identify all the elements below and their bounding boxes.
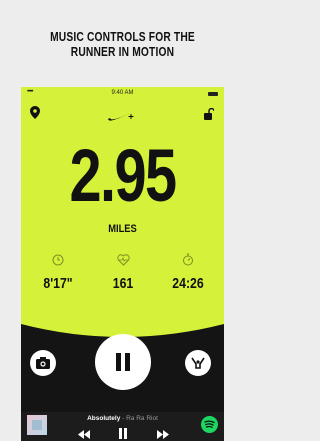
clock-icon — [28, 253, 88, 271]
stopwatch-icon — [158, 253, 218, 271]
music-pause-icon[interactable] — [119, 426, 127, 441]
distance-value: 2.95 — [69, 134, 177, 217]
duration-stat: 24:26 — [158, 253, 218, 292]
song-title: Absolutely — [87, 415, 121, 422]
camera-button[interactable] — [30, 350, 56, 376]
heart-rate-stat: 161 — [93, 253, 153, 292]
spotify-button[interactable] — [201, 416, 218, 433]
status-time: 9:40 AM — [111, 90, 134, 96]
fast-forward-icon[interactable] — [157, 426, 169, 441]
music-controls — [21, 426, 224, 441]
headline-line-1: MUSIC CONTROLS FOR THE — [50, 30, 195, 44]
heart-rate-value: 161 — [112, 275, 134, 292]
status-bar: ••••• 9:40 AM — [21, 89, 224, 99]
distance-unit: MILES — [108, 223, 137, 235]
duration-value: 24:26 — [172, 275, 204, 292]
pause-run-button[interactable] — [95, 334, 151, 390]
pace-value: 8'17" — [43, 275, 73, 292]
artist-name: Ra Ra Riot — [126, 415, 158, 422]
headline-line-2: RUNNER IN MOTION — [70, 45, 175, 59]
phone-screen: ••••• 9:40 AM 2.95 MILES 8'17" 161 24:26 — [21, 87, 224, 441]
battery-icon — [208, 92, 218, 96]
music-player-bar: Absolutely - Ra Ra Riot — [21, 412, 224, 441]
unlock-icon[interactable] — [204, 107, 215, 125]
control-panel: Absolutely - Ra Ra Riot — [21, 320, 224, 441]
pace-stat: 8'17" — [28, 253, 88, 292]
headline: MUSIC CONTROLS FOR THE RUNNER IN MOTION — [22, 30, 223, 60]
heart-rate-icon — [93, 253, 153, 271]
location-pin-icon[interactable] — [30, 106, 40, 124]
top-bar — [21, 104, 224, 124]
nike-plus-icon — [107, 109, 137, 127]
now-playing: Absolutely - Ra Ra Riot — [21, 415, 224, 422]
rewind-icon[interactable] — [78, 426, 90, 441]
cheers-button[interactable] — [185, 350, 211, 376]
